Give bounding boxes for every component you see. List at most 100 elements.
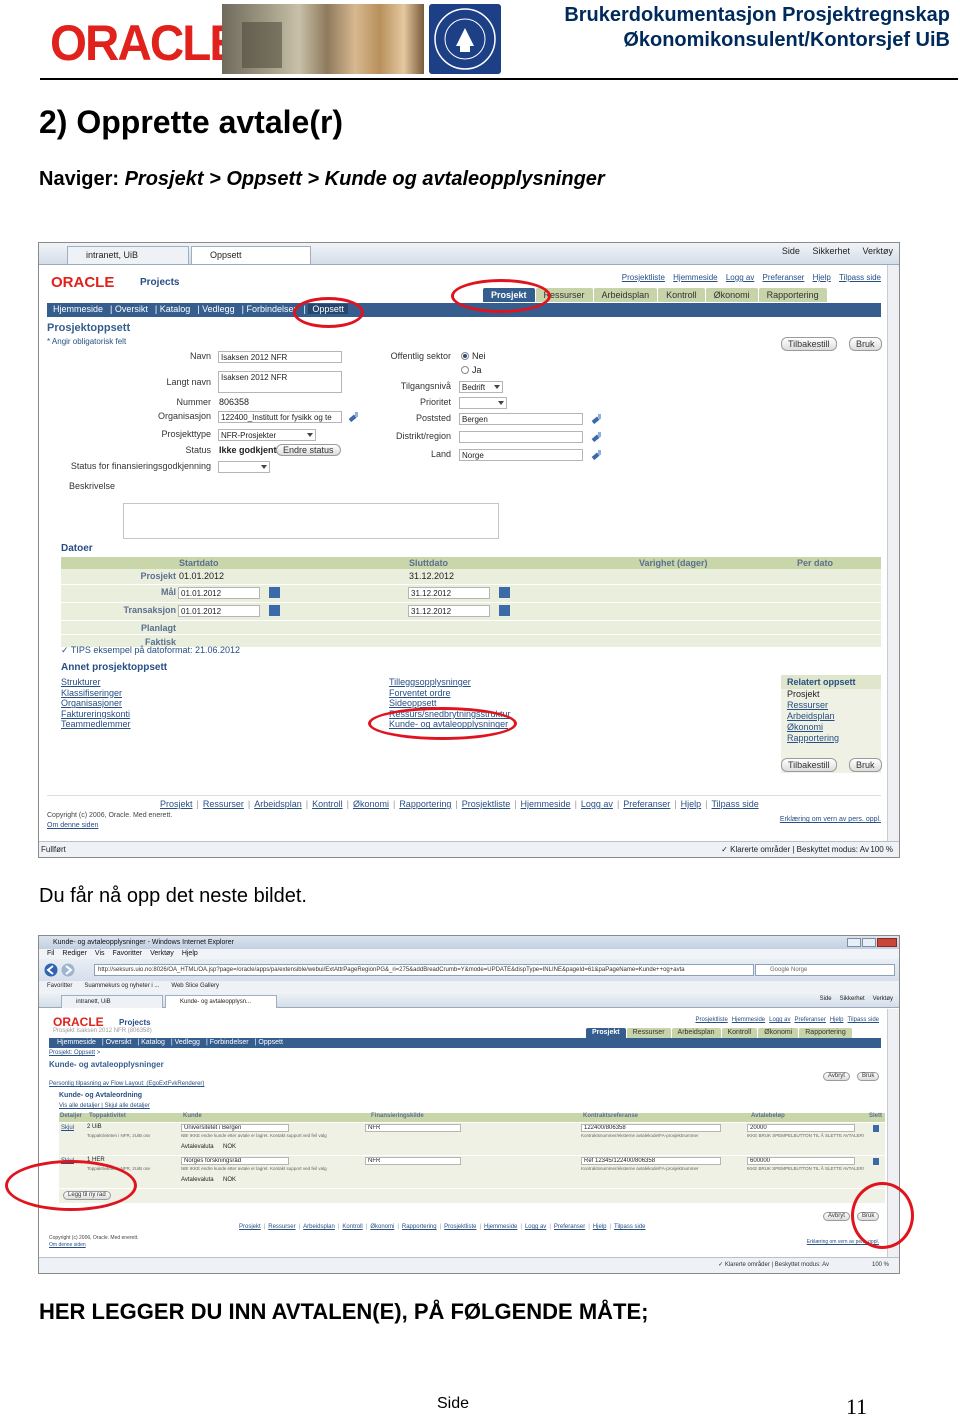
apply-button-bottom[interactable]: Bruk	[849, 758, 882, 772]
footer-preferanser[interactable]: Preferanser	[554, 1224, 585, 1230]
funding-input[interactable]: NFR	[365, 1157, 461, 1165]
url-input[interactable]: http://seksurs.uio.no:8026/OA_HTML/OA.js…	[94, 964, 754, 976]
link-logg-av[interactable]: Logg av	[769, 1017, 790, 1023]
footer-preferanser[interactable]: Preferanser	[623, 799, 670, 809]
cancel-button[interactable]: Avbryt	[823, 1072, 850, 1081]
tab-prosjekt[interactable]: Prosjekt	[586, 1028, 626, 1038]
footer-tilpass-side[interactable]: Tilpass side	[614, 1224, 645, 1230]
field-beskrivelse[interactable]	[123, 503, 499, 539]
vertical-scrollbar[interactable]	[887, 265, 899, 843]
footer-logg-av[interactable]: Logg av	[525, 1224, 546, 1230]
subnav-hjemmeside[interactable]: Hjemmeside	[53, 304, 103, 314]
footer-kontroll[interactable]: Kontroll	[342, 1224, 362, 1230]
flashlight-lookup-icon[interactable]	[591, 431, 602, 442]
link-hjelp[interactable]: Hjelp	[813, 273, 831, 282]
funding-input[interactable]: NFR	[365, 1124, 461, 1132]
footer-prosjekt[interactable]: Prosjekt	[160, 799, 193, 809]
menu-hjelp[interactable]: Hjelp	[182, 950, 198, 957]
menu-rediger[interactable]: Rediger	[62, 950, 87, 957]
cancel-button-bottom[interactable]: Avbryt	[823, 1212, 850, 1221]
footer-prosjekt[interactable]: Prosjekt	[239, 1224, 261, 1230]
calendar-icon[interactable]	[269, 587, 280, 598]
tab-rapportering[interactable]: Rapportering	[799, 1028, 852, 1038]
field-langt-navn[interactable]: Isaksen 2012 NFR	[218, 371, 342, 393]
tab-kontroll[interactable]: Kontroll	[658, 288, 705, 302]
back-arrow-icon[interactable]	[44, 963, 58, 977]
end-date-input[interactable]: 31.12.2012	[408, 605, 490, 617]
link-prosjektliste[interactable]: Prosjektliste	[695, 1017, 727, 1023]
footer-okonomi[interactable]: Økonomi	[370, 1224, 394, 1230]
search-input[interactable]: Google Norge	[755, 964, 895, 976]
apply-button[interactable]: Bruk	[849, 337, 882, 351]
privacy-link[interactable]: Erklæring om vern av pers. oppl.	[780, 816, 881, 823]
link-strukturer[interactable]: Strukturer	[61, 677, 131, 688]
link-logg-av[interactable]: Logg av	[726, 273, 754, 282]
calendar-icon[interactable]	[269, 605, 280, 616]
menu-vis[interactable]: Vis	[95, 950, 105, 957]
customer-input[interactable]: Norges forskningsråd	[181, 1157, 289, 1165]
footer-prosjektliste[interactable]: Prosjektliste	[444, 1224, 476, 1230]
footer-ressurser[interactable]: Ressurser	[268, 1224, 295, 1230]
flashlight-lookup-icon[interactable]	[591, 449, 602, 460]
field-organisasjon[interactable]: 122400_Institutt for fysikk og te	[218, 411, 342, 423]
customer-input[interactable]: Universitetet i Bergen	[181, 1124, 289, 1132]
subnav-katalog[interactable]: Katalog	[160, 304, 191, 314]
link-tilpass-side[interactable]: Tilpass side	[839, 273, 881, 282]
subnav-katalog[interactable]: Katalog	[141, 1039, 165, 1046]
collapse-toggle[interactable]: Skjul	[61, 1125, 74, 1131]
amount-input[interactable]: 20000	[747, 1124, 855, 1132]
forward-arrow-icon[interactable]	[61, 963, 75, 977]
calendar-icon[interactable]	[499, 605, 510, 616]
footer-rapportering[interactable]: Rapportering	[402, 1224, 437, 1230]
footer-hjemmeside[interactable]: Hjemmeside	[521, 799, 571, 809]
menu-fil[interactable]: Fil	[47, 950, 54, 957]
link-faktureringskonti[interactable]: Faktureringskonti	[61, 709, 131, 720]
tab-ressurser[interactable]: Ressurser	[626, 1028, 671, 1038]
related-ressurser[interactable]: Ressurser	[781, 700, 881, 711]
personalize-link[interactable]: Personlig tilpasning av Flow Layout: (Eg…	[49, 1081, 204, 1087]
link-preferanser[interactable]: Preferanser	[763, 273, 805, 282]
footer-arbeidsplan[interactable]: Arbeidsplan	[303, 1224, 335, 1230]
close-icon[interactable]	[877, 938, 897, 947]
tool-verktoy[interactable]: Verktøy	[862, 246, 893, 256]
tab-rapportering[interactable]: Rapportering	[758, 288, 827, 302]
amount-input[interactable]: 600000	[747, 1157, 855, 1165]
select-tilgangsniva[interactable]: Bedrift	[459, 381, 503, 393]
flashlight-lookup-icon[interactable]	[348, 411, 359, 422]
subnav-oversikt[interactable]: Oversikt	[106, 1039, 132, 1046]
reset-button[interactable]: Tilbakestill	[781, 337, 837, 351]
apply-button[interactable]: Bruk	[857, 1072, 880, 1081]
tab-arbeidsplan[interactable]: Arbeidsplan	[671, 1028, 721, 1038]
footer-hjemmeside[interactable]: Hjemmeside	[484, 1224, 517, 1230]
about-page-link[interactable]: Om denne siden	[49, 1242, 139, 1249]
subnav-forbindelser[interactable]: Forbindelser	[246, 304, 296, 314]
menu-favoritter[interactable]: Favoritter	[113, 950, 143, 957]
change-status-button[interactable]: Endre status	[276, 444, 341, 456]
start-date-input[interactable]: 01.01.2012	[178, 587, 260, 599]
field-navn[interactable]: Isaksen 2012 NFR	[218, 351, 342, 363]
select-finansieringsstatus[interactable]	[218, 461, 270, 473]
tab-arbeidsplan[interactable]: Arbeidsplan	[593, 288, 658, 302]
link-forventet-ordre[interactable]: Forventet ordre	[389, 688, 511, 699]
footer-tilpass-side[interactable]: Tilpass side	[712, 799, 759, 809]
link-hjemmeside[interactable]: Hjemmeside	[673, 273, 717, 282]
footer-ressurser[interactable]: Ressurser	[203, 799, 244, 809]
link-tilleggsopplysninger[interactable]: Tilleggsopplysninger	[389, 677, 511, 688]
link-organisasjoner[interactable]: Organisasjoner	[61, 698, 131, 709]
footer-rapportering[interactable]: Rapportering	[399, 799, 451, 809]
browser-tab-intranett[interactable]: intranett, UiB	[67, 246, 189, 264]
zoom-level[interactable]: 100 %	[872, 1258, 889, 1273]
tool-side[interactable]: Side	[782, 246, 800, 256]
tab-kontroll[interactable]: Kontroll	[721, 1028, 758, 1038]
subnav-vedlegg[interactable]: Vedlegg	[175, 1039, 200, 1046]
link-teammedlemmer[interactable]: Teammedlemmer	[61, 719, 131, 730]
tool-sikkerhet[interactable]: Sikkerhet	[812, 246, 850, 256]
radio-ja[interactable]	[461, 366, 469, 374]
subnav-oversikt[interactable]: Oversikt	[115, 304, 148, 314]
subnav-hjemmeside[interactable]: Hjemmeside	[57, 1039, 96, 1046]
field-distrikt[interactable]	[459, 431, 583, 443]
fav-web-slice[interactable]: Web Slice Gallery	[171, 983, 219, 989]
field-land[interactable]: Norge	[459, 449, 583, 461]
breadcrumb-link[interactable]: Prosjekt: Oppsett	[49, 1050, 95, 1056]
footer-hjelp[interactable]: Hjelp	[681, 799, 702, 809]
